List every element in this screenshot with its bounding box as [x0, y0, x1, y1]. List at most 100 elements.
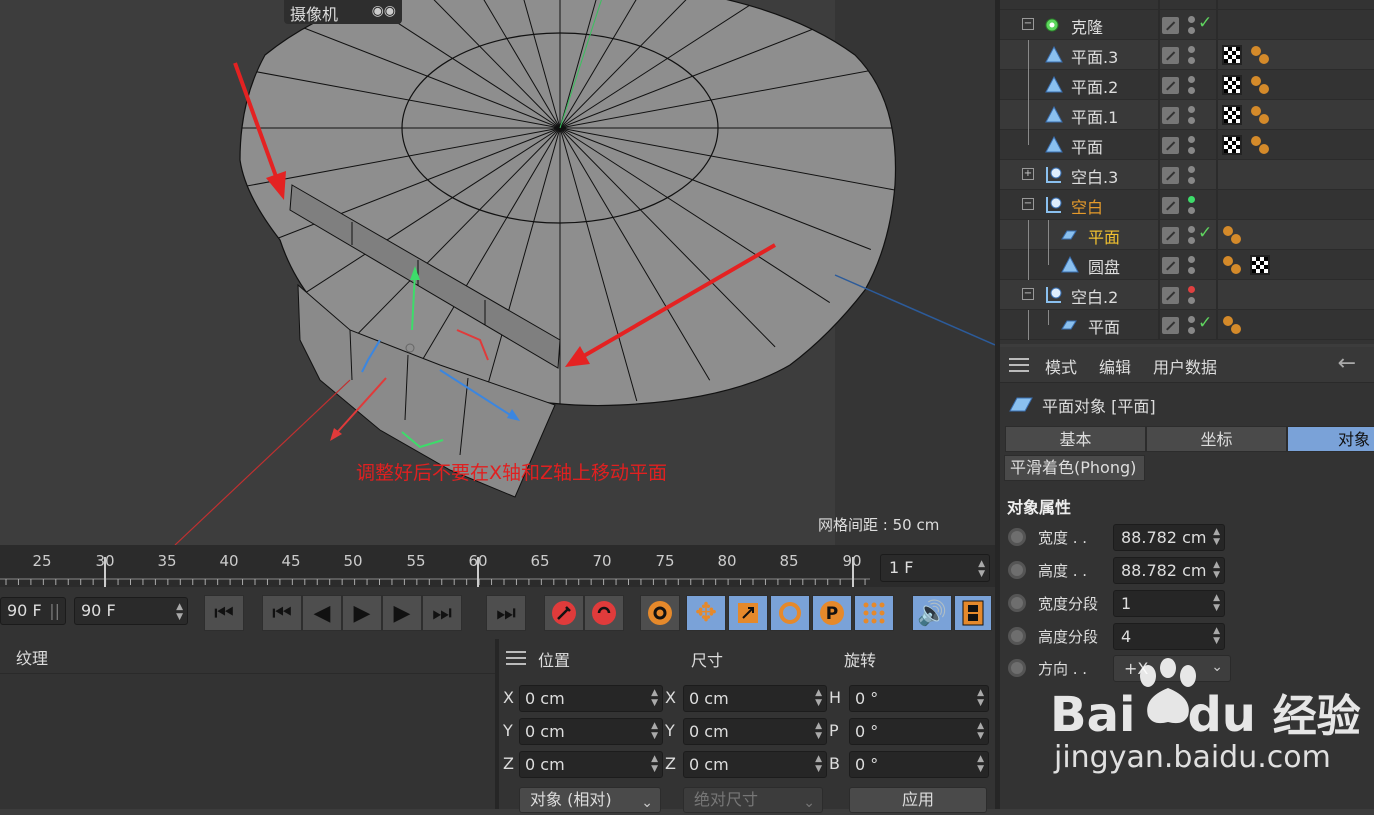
- object-row[interactable]: 平面.1: [1000, 100, 1374, 130]
- keyframe-selection-button[interactable]: [640, 595, 680, 631]
- go-to-start-button[interactable]: ⏮: [204, 595, 244, 631]
- keyframe-radio[interactable]: [1008, 659, 1026, 677]
- coordinate-mode-select[interactable]: 对象 (相对) ⌄: [519, 787, 661, 813]
- collapse-icon[interactable]: −: [1022, 198, 1034, 210]
- enabled-check-icon[interactable]: ✓: [1198, 313, 1212, 333]
- render-visibility-dot[interactable]: [1188, 147, 1195, 154]
- texture-tag-icon[interactable]: [1222, 135, 1242, 155]
- rotation-h-field[interactable]: 0 ° ▲ ▼: [849, 685, 989, 712]
- pla-key-button[interactable]: [854, 595, 894, 631]
- spinner-icon[interactable]: ▲ ▼: [1213, 527, 1220, 547]
- next-key-button[interactable]: ⏭: [422, 595, 462, 631]
- param-key-button[interactable]: P: [812, 595, 852, 631]
- size-mode-select[interactable]: 绝对尺寸 ⌄: [683, 787, 823, 813]
- spinner-icon[interactable]: ▲ ▼: [977, 754, 984, 774]
- max-frame-field[interactable]: 90 F ▲ ▼: [74, 597, 188, 625]
- spinner-icon[interactable]: ▲ ▼: [651, 721, 658, 741]
- rotation-b-field[interactable]: 0 ° ▲ ▼: [849, 751, 989, 778]
- editor-visibility-dot[interactable]: [1188, 46, 1195, 53]
- timeline-ruler[interactable]: 25 30 35 40 45 50 55 60 65 70 75 80 85 9…: [0, 545, 995, 587]
- spinner-icon[interactable]: ▲ ▼: [815, 688, 822, 708]
- object-row[interactable]: − 空白.2: [1000, 280, 1374, 310]
- scale-key-button[interactable]: [728, 595, 768, 631]
- editor-visibility-dot[interactable]: [1188, 106, 1195, 113]
- width-field[interactable]: 88.782 cm ▲ ▼: [1113, 524, 1225, 551]
- visibility-toggle[interactable]: [1162, 227, 1179, 244]
- sound-button[interactable]: 🔊: [912, 595, 952, 631]
- apply-button[interactable]: 应用: [849, 787, 987, 813]
- material-tag-icon[interactable]: [1248, 133, 1272, 157]
- tab-coordinates[interactable]: 坐标: [1146, 426, 1287, 452]
- spinner-icon[interactable]: ▲ ▼: [176, 602, 183, 622]
- visibility-toggle[interactable]: [1162, 257, 1179, 274]
- current-frame-field[interactable]: 1 F ▲ ▼: [880, 554, 990, 582]
- menu-icon[interactable]: [1009, 358, 1029, 372]
- render-visibility-dot[interactable]: [1188, 207, 1195, 214]
- menu-icon[interactable]: [506, 651, 526, 665]
- 3d-viewport[interactable]: 摄像机 ◉◉ 调整好后不要在X轴和Z轴上移动平面 网格间距 : 50 cm: [0, 0, 995, 545]
- visibility-toggle[interactable]: [1162, 167, 1179, 184]
- texture-tag-icon[interactable]: [1222, 105, 1242, 125]
- visibility-toggle[interactable]: [1162, 77, 1179, 94]
- object-row[interactable]: 平面.3: [1000, 40, 1374, 70]
- previous-key-button[interactable]: ⏮: [262, 595, 302, 631]
- rotation-p-field[interactable]: 0 ° ▲ ▼: [849, 718, 989, 745]
- render-visibility-dot[interactable]: [1188, 87, 1195, 94]
- menu-mode[interactable]: 模式: [1045, 354, 1077, 378]
- material-tag-icon[interactable]: [1248, 103, 1272, 127]
- render-movie-button[interactable]: [954, 595, 992, 631]
- object-row[interactable]: 平面 ✓: [1000, 310, 1374, 340]
- spinner-icon[interactable]: ▲ ▼: [1213, 593, 1220, 613]
- editor-visibility-dot[interactable]: [1188, 226, 1195, 233]
- spinner-icon[interactable]: ▲ ▼: [977, 688, 984, 708]
- next-frame-button[interactable]: ▶: [382, 595, 422, 631]
- texture-tag-icon[interactable]: [1250, 255, 1270, 275]
- object-row[interactable]: + 空白.3: [1000, 160, 1374, 190]
- menu-user-data[interactable]: 用户数据: [1153, 354, 1217, 378]
- render-visibility-dot[interactable]: [1188, 177, 1195, 184]
- tab-phong[interactable]: 平滑着色(Phong): [1004, 455, 1145, 481]
- menu-edit[interactable]: 编辑: [1099, 354, 1131, 378]
- width-segments-field[interactable]: 1 ▲ ▼: [1113, 590, 1225, 617]
- collapse-icon[interactable]: −: [1022, 18, 1034, 30]
- height-field[interactable]: 88.782 cm ▲ ▼: [1113, 557, 1225, 584]
- object-row[interactable]: 圆盘: [1000, 250, 1374, 280]
- object-row-selected[interactable]: − 空白: [1000, 190, 1374, 220]
- position-y-field[interactable]: 0 cm ▲ ▼: [519, 718, 663, 745]
- collapse-icon[interactable]: −: [1022, 288, 1034, 300]
- visibility-toggle[interactable]: [1162, 317, 1179, 334]
- object-row-partial[interactable]: [1000, 0, 1374, 10]
- render-visibility-dot[interactable]: [1188, 327, 1195, 334]
- editor-visibility-dot[interactable]: [1188, 196, 1195, 203]
- editor-visibility-dot[interactable]: [1188, 256, 1195, 263]
- keyframe-radio[interactable]: [1008, 561, 1026, 579]
- editor-visibility-dot[interactable]: [1188, 16, 1195, 23]
- spinner-icon[interactable]: ▲ ▼: [815, 754, 822, 774]
- keyframe-radio[interactable]: [1008, 627, 1026, 645]
- spinner-icon[interactable]: ▲ ▼: [978, 559, 985, 579]
- go-to-end-button[interactable]: ⏭: [486, 595, 526, 631]
- object-row[interactable]: 平面 ✓: [1000, 220, 1374, 250]
- size-y-field[interactable]: 0 cm ▲ ▼: [683, 718, 827, 745]
- material-tag-icon[interactable]: [1220, 313, 1244, 337]
- visibility-toggle[interactable]: [1162, 107, 1179, 124]
- spinner-icon[interactable]: ▲ ▼: [1213, 626, 1220, 646]
- editor-visibility-dot[interactable]: [1188, 286, 1195, 293]
- render-visibility-dot[interactable]: [1188, 27, 1195, 34]
- keyframe-radio[interactable]: [1008, 594, 1026, 612]
- position-x-field[interactable]: 0 cm ▲ ▼: [519, 685, 663, 712]
- spinner-icon[interactable]: ▲ ▼: [977, 721, 984, 741]
- object-row[interactable]: − 克隆 ✓: [1000, 10, 1374, 40]
- material-tag-icon[interactable]: [1220, 253, 1244, 277]
- editor-visibility-dot[interactable]: [1188, 136, 1195, 143]
- move-key-button[interactable]: ✥: [686, 595, 726, 631]
- render-visibility-dot[interactable]: [1188, 117, 1195, 124]
- tab-object[interactable]: 对象: [1287, 426, 1374, 452]
- material-tag-icon[interactable]: [1248, 73, 1272, 97]
- position-z-field[interactable]: 0 cm ▲ ▼: [519, 751, 663, 778]
- size-z-field[interactable]: 0 cm ▲ ▼: [683, 751, 827, 778]
- texture-menu[interactable]: 纹理: [16, 645, 48, 669]
- previous-frame-button[interactable]: ◀: [302, 595, 342, 631]
- back-arrow-icon[interactable]: ←: [1338, 351, 1356, 376]
- visibility-toggle[interactable]: [1162, 287, 1179, 304]
